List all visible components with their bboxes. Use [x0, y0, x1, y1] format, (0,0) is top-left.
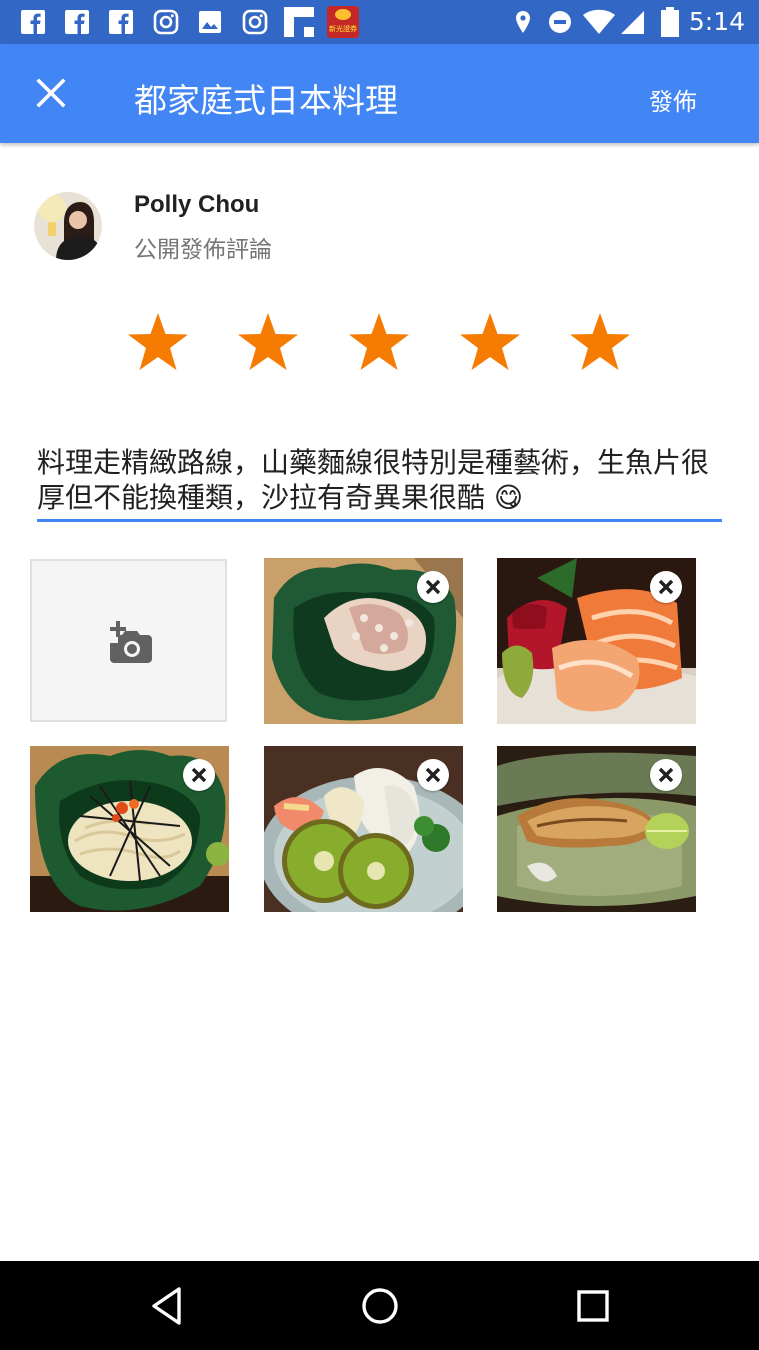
star-icon[interactable]	[568, 310, 632, 374]
remove-photo-button[interactable]	[183, 759, 215, 791]
back-icon[interactable]	[144, 1283, 190, 1329]
close-icon	[425, 579, 441, 595]
app-badge-text: 新光證券	[329, 25, 357, 33]
do-not-disturb-icon	[549, 11, 571, 33]
user-subtitle: 公開發佈評論	[134, 237, 272, 263]
remove-photo-button[interactable]	[650, 759, 682, 791]
status-bar: 新光證券 5:14	[0, 0, 759, 44]
signal-icon	[621, 11, 644, 34]
facebook-icon	[109, 10, 133, 34]
photo-thumbnail-yam-noodles[interactable]	[30, 746, 229, 912]
image-icon	[199, 11, 221, 33]
add-photo-button[interactable]	[30, 559, 227, 722]
review-underline	[37, 519, 722, 522]
close-icon[interactable]	[28, 70, 74, 116]
facebook-icon	[65, 10, 89, 34]
clock: 5:14	[688, 7, 745, 36]
wifi-icon	[583, 9, 615, 34]
star-icon[interactable]	[458, 310, 522, 374]
user-name: Polly Chou	[134, 191, 260, 218]
flipboard-icon	[284, 7, 314, 37]
remove-photo-button[interactable]	[417, 759, 449, 791]
remove-photo-button[interactable]	[650, 571, 682, 603]
recents-icon[interactable]	[570, 1283, 616, 1329]
close-icon	[658, 767, 674, 783]
facebook-icon	[21, 10, 45, 34]
photo-thumbnail-sashimi[interactable]	[497, 558, 696, 724]
photo-thumbnail-octopus[interactable]	[264, 558, 463, 724]
instagram-icon	[242, 9, 268, 35]
photo-thumbnail-kiwi-salad[interactable]	[264, 746, 463, 912]
navigation-bar	[0, 1261, 759, 1350]
close-icon	[425, 767, 441, 783]
close-icon	[658, 579, 674, 595]
star-icon[interactable]	[236, 310, 300, 374]
close-icon	[191, 767, 207, 783]
photo-thumbnail-grilled-fish[interactable]	[497, 746, 696, 912]
battery-icon	[661, 7, 679, 37]
star-icon[interactable]	[126, 310, 190, 374]
star-icon[interactable]	[347, 310, 411, 374]
instagram-icon	[153, 9, 179, 35]
publish-button[interactable]: 發佈	[649, 82, 697, 117]
add-photo-icon	[110, 621, 152, 663]
remove-photo-button[interactable]	[417, 571, 449, 603]
avatar	[34, 192, 102, 260]
review-text-field[interactable]: 料理走精緻路線，山藥麵線很特別是種藝術，生魚片很厚但不能換種類，沙拉有奇異果很酷…	[37, 445, 727, 515]
home-icon[interactable]	[357, 1283, 403, 1329]
app-badge-icon: 新光證券	[327, 6, 359, 38]
app-bar: 都家庭式日本料理 發佈	[0, 44, 759, 143]
page-title: 都家庭式日本料理	[134, 81, 398, 120]
location-icon	[516, 11, 530, 33]
